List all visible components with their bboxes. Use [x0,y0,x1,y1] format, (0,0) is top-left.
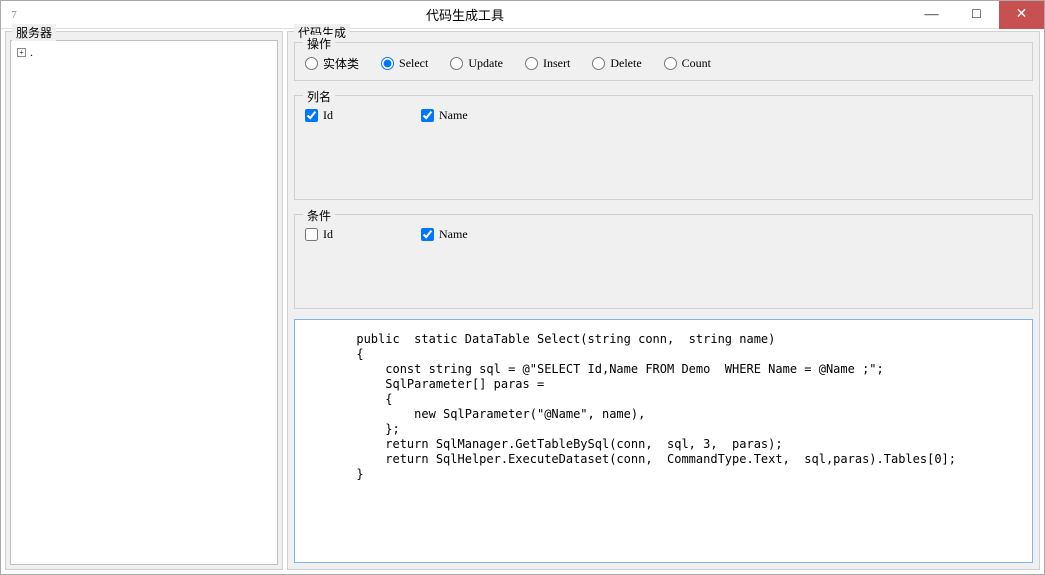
operation-radio-label: Count [682,56,711,71]
operation-radio-label: 实体类 [323,55,359,72]
window-titlebar: 7 代码生成工具 — □ ✕ [1,1,1044,29]
condition-check-label: Id [323,227,333,242]
operation-radio-input[interactable] [525,57,538,70]
operation-group: 操作 实体类SelectUpdateInsertDeleteCount [294,42,1033,81]
operation-radio-label: Insert [543,56,570,71]
server-panel-legend: 服务器 [12,24,56,41]
columns-legend: 列名 [303,88,335,105]
operation-radio-input[interactable] [592,57,605,70]
condition-check-input[interactable] [421,228,434,241]
column-check-label: Id [323,108,333,123]
operation-radio-delete[interactable]: Delete [592,56,641,71]
tree-root-node[interactable]: + . [17,45,271,60]
code-output[interactable]: public static DataTable Select(string co… [294,319,1033,563]
column-check-label: Name [439,108,468,123]
operation-radio-select[interactable]: Select [381,56,428,71]
column-check-input[interactable] [305,109,318,122]
operation-radio-实体类[interactable]: 实体类 [305,55,359,72]
operation-radio-count[interactable]: Count [664,56,711,71]
server-panel: 服务器 + . [5,31,283,570]
operation-radio-label: Select [399,56,428,71]
condition-check-label: Name [439,227,468,242]
column-check-id[interactable]: Id [305,108,333,123]
operation-radio-update[interactable]: Update [450,56,503,71]
window-title: 代码生成工具 [21,5,909,24]
operation-radio-label: Update [468,56,503,71]
operation-radio-input[interactable] [381,57,394,70]
column-check-input[interactable] [421,109,434,122]
operation-radio-input[interactable] [664,57,677,70]
expand-icon[interactable]: + [17,48,26,57]
server-tree[interactable]: + . [10,40,278,565]
operation-legend: 操作 [303,35,335,52]
condition-check-name[interactable]: Name [421,227,468,242]
operation-radio-input[interactable] [305,57,318,70]
operation-radio-insert[interactable]: Insert [525,56,570,71]
condition-check-input[interactable] [305,228,318,241]
conditions-legend: 条件 [303,207,335,224]
minimize-button[interactable]: — [909,1,954,29]
conditions-group: 条件 IdName [294,214,1033,309]
condition-check-id[interactable]: Id [305,227,333,242]
close-button[interactable]: ✕ [999,1,1044,29]
column-check-name[interactable]: Name [421,108,468,123]
tree-node-label: . [30,45,33,60]
codegen-panel: 代码生成 操作 实体类SelectUpdateInsertDeleteCount… [287,31,1040,570]
maximize-button[interactable]: □ [954,1,999,29]
columns-group: 列名 IdName [294,95,1033,200]
operation-radio-input[interactable] [450,57,463,70]
operation-radio-label: Delete [610,56,641,71]
app-icon: 7 [1,9,21,21]
